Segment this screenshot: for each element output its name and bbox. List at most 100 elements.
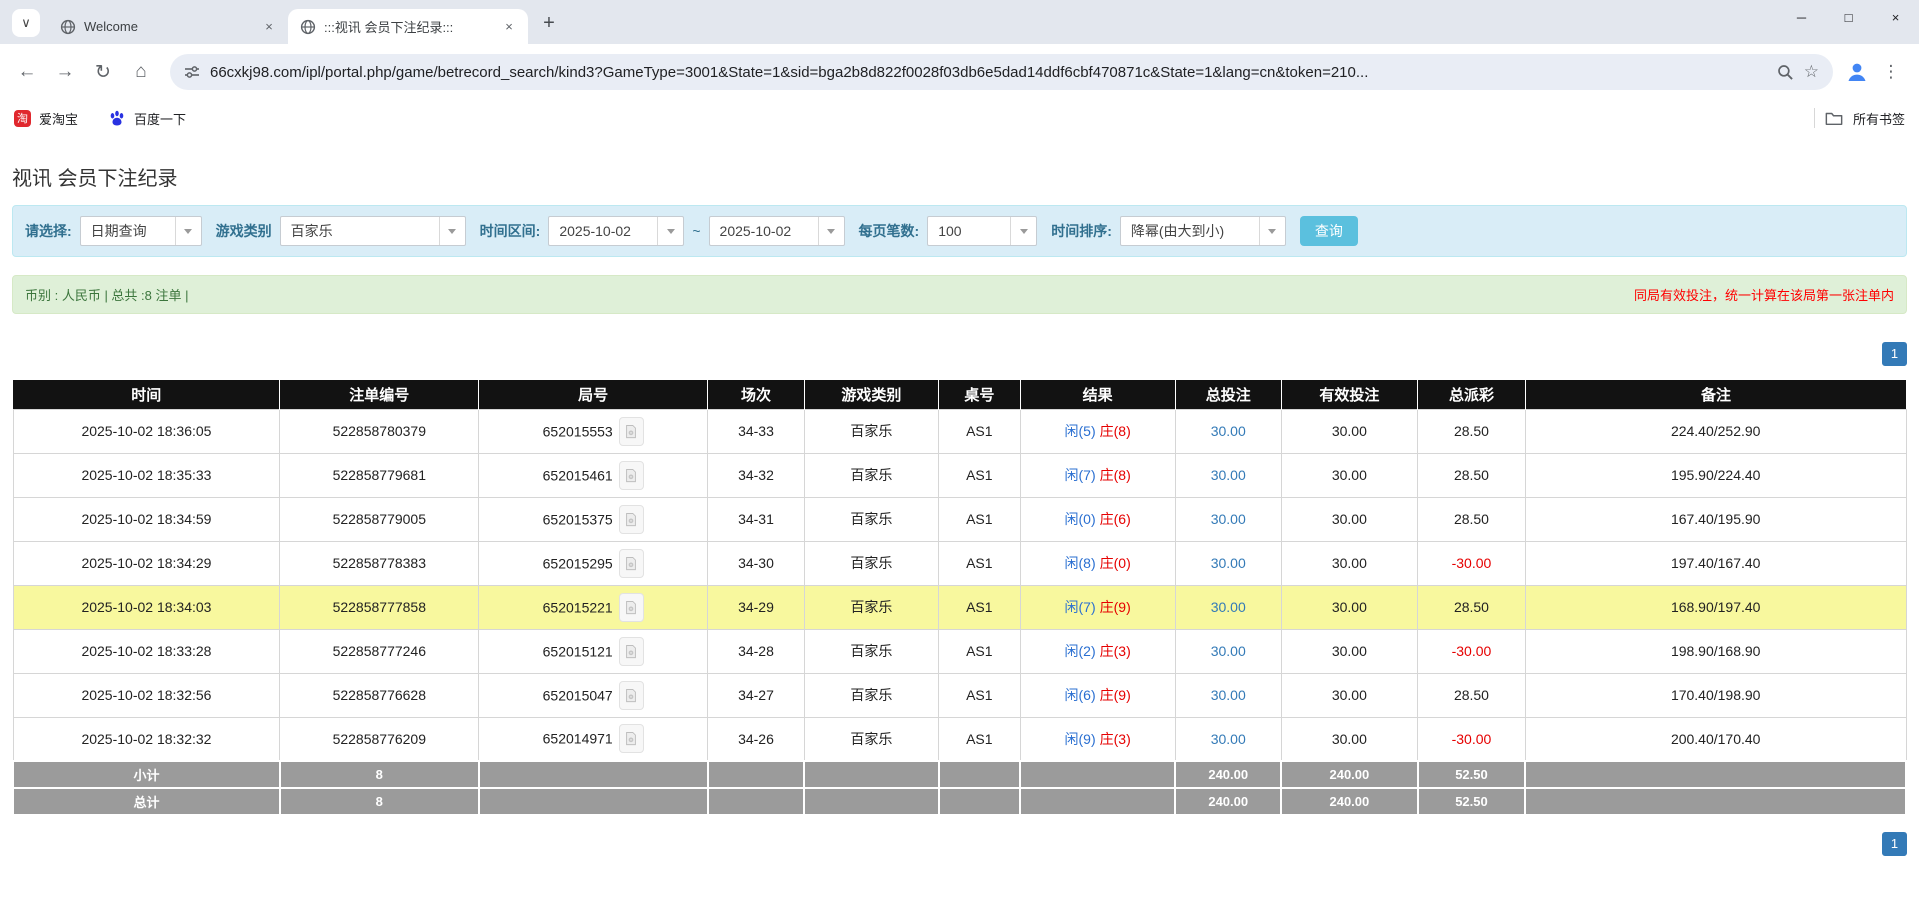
player-result: 闲(9)	[1065, 731, 1096, 747]
baidu-paw-icon	[108, 109, 126, 127]
round-id-cell: 652015461	[479, 453, 708, 497]
url-text[interactable]: 66cxkj98.com/ipl/portal.php/game/betreco…	[210, 64, 1767, 81]
total-bet-link[interactable]: 30.00	[1211, 555, 1246, 571]
bookmark-star-icon[interactable]: ☆	[1804, 62, 1819, 82]
table-row[interactable]: 2025-10-02 18:36:05 522858780379 6520155…	[13, 409, 1906, 453]
table-row[interactable]: 2025-10-02 18:32:56 522858776628 6520150…	[13, 673, 1906, 717]
table-row[interactable]: 2025-10-02 18:34:29 522858778383 6520152…	[13, 541, 1906, 585]
col-bet-id: 注单编号	[280, 380, 479, 409]
total-bet-link[interactable]: 30.00	[1211, 687, 1246, 703]
game-type-cell: 百家乐	[804, 541, 938, 585]
profile-icon[interactable]	[1845, 60, 1869, 84]
tab-strip: ∨ Welcome × :::视讯 会员下注纪录::: × + ─ □ ×	[0, 0, 1919, 44]
date-to-select[interactable]: 2025-10-02	[709, 216, 845, 246]
reload-button[interactable]: ↻	[86, 55, 120, 89]
chevron-down-icon	[439, 217, 465, 245]
total-bet-link[interactable]: 30.00	[1211, 423, 1246, 439]
back-button[interactable]: ←	[10, 55, 44, 89]
round-id-cell: 652015121	[479, 629, 708, 673]
close-icon[interactable]: ×	[500, 18, 518, 36]
subtotal-row: 小计 8 240.00 240.00 52.50	[13, 761, 1906, 788]
col-total-bet: 总投注	[1175, 380, 1281, 409]
valid-bet-cell: 30.00	[1281, 629, 1417, 673]
page-number-button[interactable]: 1	[1882, 342, 1907, 366]
result-cell: 闲(5)庄(8)	[1020, 409, 1175, 453]
date-from-select[interactable]: 2025-10-02	[548, 216, 684, 246]
bookmark-baidu[interactable]: 百度一下	[108, 109, 186, 128]
site-settings-icon[interactable]	[184, 64, 200, 80]
tab-welcome[interactable]: Welcome ×	[48, 9, 288, 44]
page-number-button[interactable]: 1	[1882, 832, 1907, 856]
minimize-button[interactable]: ─	[1778, 0, 1825, 34]
video-record-icon[interactable]	[619, 461, 644, 490]
col-time: 时间	[13, 380, 280, 409]
time-cell: 2025-10-02 18:32:56	[13, 673, 280, 717]
player-result: 闲(6)	[1065, 687, 1096, 703]
payout-cell: -30.00	[1418, 541, 1526, 585]
home-button[interactable]: ⌂	[124, 55, 158, 89]
forward-button[interactable]: →	[48, 55, 82, 89]
browser-menu-icon[interactable]: ⋮	[1879, 62, 1903, 82]
payout-cell: 28.50	[1418, 409, 1526, 453]
chevron-down-icon	[1259, 217, 1285, 245]
table-row[interactable]: 2025-10-02 18:34:03 522858777858 6520152…	[13, 585, 1906, 629]
remark-cell: 170.40/198.90	[1525, 673, 1906, 717]
separator	[1814, 108, 1815, 128]
page-title: 视讯 会员下注纪录	[12, 162, 1907, 191]
page-size-select[interactable]: 100	[927, 216, 1037, 246]
time-cell: 2025-10-02 18:34:29	[13, 541, 280, 585]
table-row[interactable]: 2025-10-02 18:32:32 522858776209 6520149…	[13, 717, 1906, 761]
maximize-button[interactable]: □	[1825, 0, 1872, 34]
time-sort-select[interactable]: 降幂(由大到小)	[1120, 216, 1286, 246]
total-bet-link[interactable]: 30.00	[1211, 467, 1246, 483]
total-bet-link[interactable]: 30.00	[1211, 731, 1246, 747]
total-bet-link[interactable]: 30.00	[1211, 511, 1246, 527]
tab-title: :::视讯 会员下注纪录:::	[324, 17, 492, 36]
result-cell: 闲(9)庄(3)	[1020, 717, 1175, 761]
bet-id-cell: 522858778383	[280, 541, 479, 585]
table-no-cell: AS1	[939, 585, 1020, 629]
table-row[interactable]: 2025-10-02 18:33:28 522858777246 6520151…	[13, 629, 1906, 673]
game-type-cell: 百家乐	[804, 453, 938, 497]
game-type-select[interactable]: 百家乐	[280, 216, 466, 246]
col-payout: 总派彩	[1418, 380, 1526, 409]
video-record-icon[interactable]	[619, 593, 644, 622]
close-icon[interactable]: ×	[260, 18, 278, 36]
game-type-cell: 百家乐	[804, 629, 938, 673]
result-cell: 闲(2)庄(3)	[1020, 629, 1175, 673]
tab-search-button[interactable]: ∨	[12, 9, 40, 37]
total-bet-link[interactable]: 30.00	[1211, 643, 1246, 659]
video-record-icon[interactable]	[619, 637, 644, 666]
taobao-icon: 淘	[14, 110, 31, 127]
bet-id-cell: 522858777858	[280, 585, 479, 629]
video-record-icon[interactable]	[619, 505, 644, 534]
table-no-cell: AS1	[939, 673, 1020, 717]
table-row[interactable]: 2025-10-02 18:35:33 522858779681 6520154…	[13, 453, 1906, 497]
bookmark-label: 爱淘宝	[39, 109, 78, 128]
currency-summary: 币别 : 人民币 | 总共 :8 注单 |	[25, 285, 189, 304]
new-tab-button[interactable]: +	[534, 8, 564, 38]
tab-betrecord[interactable]: :::视讯 会员下注纪录::: ×	[288, 9, 528, 44]
total-bet-link[interactable]: 30.00	[1211, 599, 1246, 615]
zoom-icon[interactable]	[1777, 64, 1794, 81]
time-cell: 2025-10-02 18:33:28	[13, 629, 280, 673]
query-type-select[interactable]: 日期查询	[80, 216, 202, 246]
bookmark-aitaobao[interactable]: 淘 爱淘宝	[14, 109, 78, 128]
col-remark: 备注	[1525, 380, 1906, 409]
video-record-icon[interactable]	[619, 681, 644, 710]
video-record-icon[interactable]	[619, 549, 644, 578]
page-size-label: 每页笔数:	[859, 221, 920, 241]
table-row[interactable]: 2025-10-02 18:34:59 522858779005 6520153…	[13, 497, 1906, 541]
video-record-icon[interactable]	[619, 724, 644, 753]
payout-cell: 28.50	[1418, 673, 1526, 717]
game-type-cell: 百家乐	[804, 497, 938, 541]
video-record-icon[interactable]	[619, 417, 644, 446]
session-cell: 34-28	[708, 629, 805, 673]
url-bar[interactable]: 66cxkj98.com/ipl/portal.php/game/betreco…	[170, 54, 1833, 90]
chevron-down-icon	[175, 217, 201, 245]
all-bookmarks-label[interactable]: 所有书签	[1853, 109, 1905, 128]
bet-records-table: 时间 注单编号 局号 场次 游戏类别 桌号 结果 总投注 有效投注 总派彩 备注…	[12, 380, 1907, 816]
payout-cell: -30.00	[1418, 629, 1526, 673]
search-button[interactable]: 查询	[1300, 216, 1358, 246]
window-close-button[interactable]: ×	[1872, 0, 1919, 34]
